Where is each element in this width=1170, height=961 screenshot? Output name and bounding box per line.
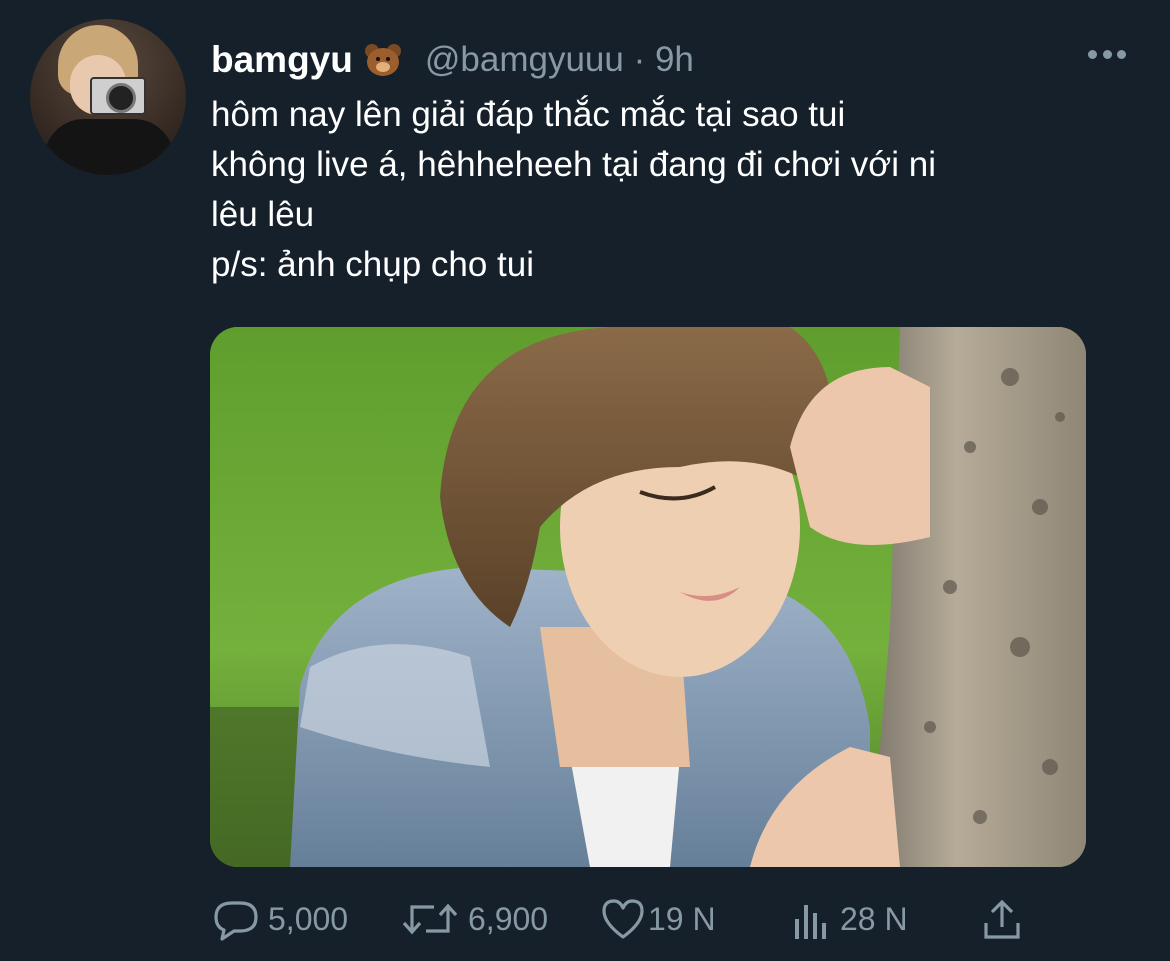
handle-text[interactable]: @bamgyuuu <box>425 40 624 79</box>
tweet-header: bamgyu @bamgyuuu · 9h <box>211 38 694 82</box>
camera-lens <box>106 83 136 113</box>
display-name[interactable]: bamgyu <box>211 39 353 81</box>
views-count: 28 N <box>840 900 908 937</box>
views-button[interactable]: 28 N <box>790 893 908 945</box>
share-button[interactable] <box>980 893 1024 945</box>
bear-face-icon <box>363 42 403 78</box>
share-icon <box>984 899 1020 939</box>
camera-icon <box>90 77 146 115</box>
reply-bubble-icon <box>214 901 258 941</box>
avatar[interactable] <box>30 19 186 175</box>
tweet-photo[interactable] <box>210 327 1086 867</box>
tweet-time[interactable]: 9h <box>655 40 694 79</box>
tweet[interactable]: bamgyu @bamgyuuu · 9h hôm nay lên giải đ… <box>0 0 1170 961</box>
analytics-icon <box>795 905 826 939</box>
photo-illustration <box>210 327 1086 867</box>
like-button[interactable]: 19 N <box>600 893 716 945</box>
tweet-actions: 5,000 6,900 19 N 28 N <box>210 893 1110 945</box>
more-dots-icon[interactable] <box>1088 47 1126 61</box>
heart-icon <box>602 899 644 939</box>
reply-count: 5,000 <box>268 900 349 937</box>
user-handle[interactable]: @bamgyuuu · 9h <box>425 40 694 80</box>
separator-dot: · <box>633 40 646 79</box>
avatar-body <box>44 119 174 175</box>
retweet-count: 6,900 <box>468 900 549 937</box>
reply-button[interactable]: 5,000 <box>210 893 348 945</box>
retweet-icon <box>402 903 458 935</box>
tweet-text: hôm nay lên giải đáp thắc mắc tại sao tu… <box>211 95 937 284</box>
like-count: 19 N <box>648 900 716 937</box>
retweet-button[interactable]: 6,900 <box>400 893 548 945</box>
